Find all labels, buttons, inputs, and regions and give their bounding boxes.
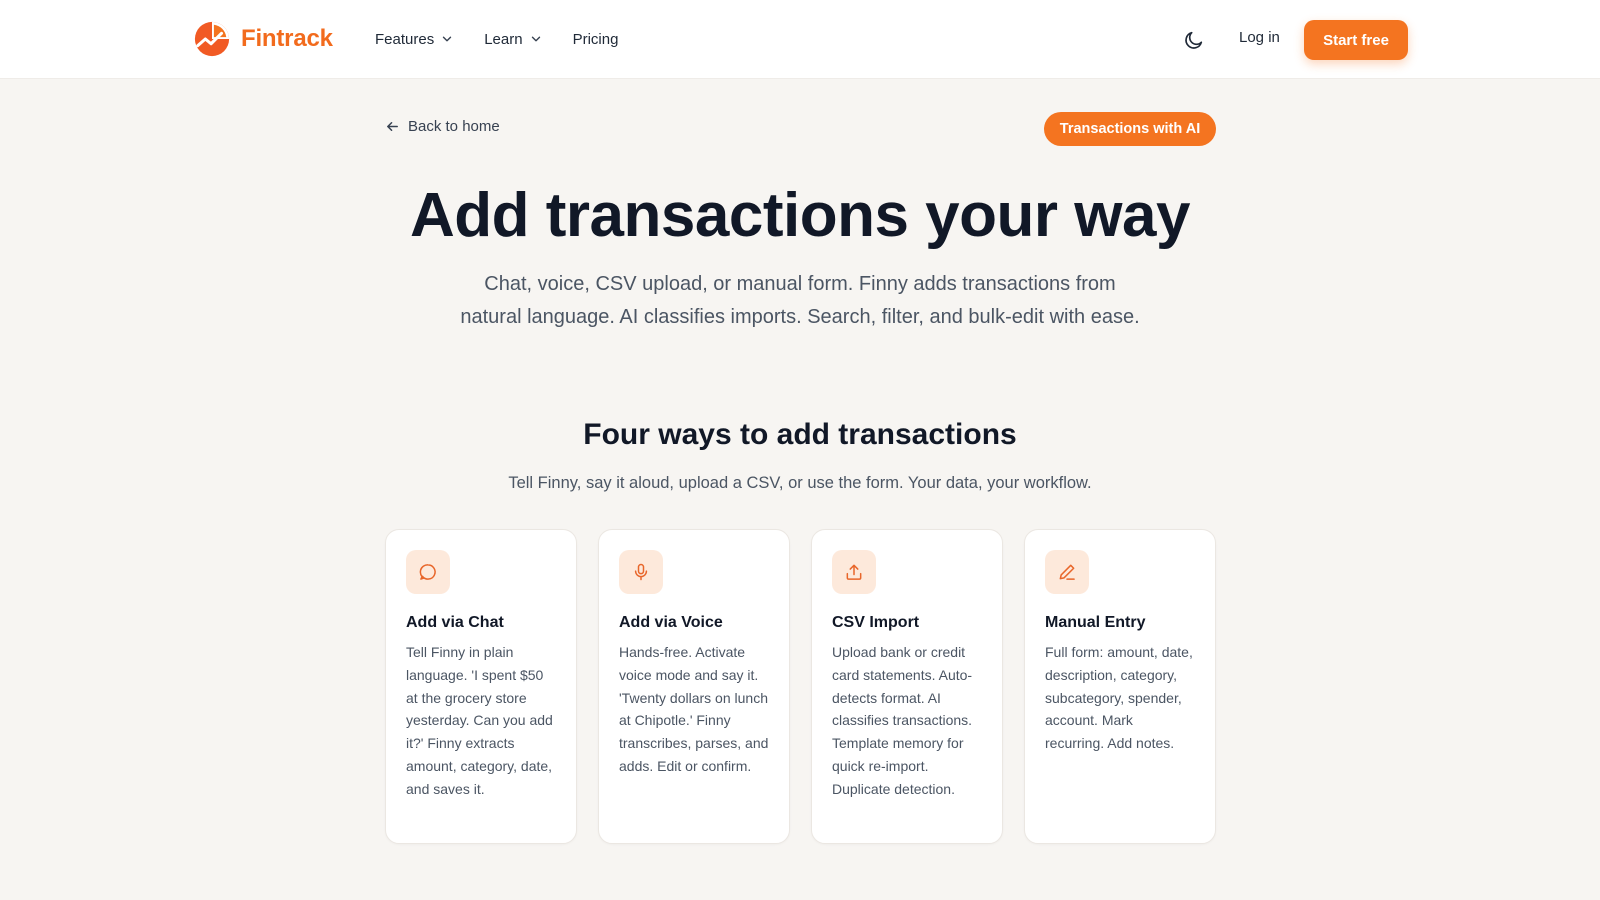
card-title: CSV Import xyxy=(832,614,920,631)
card-add-via-voice: Add via Voice Hands-free. Activate voice… xyxy=(598,529,790,844)
nav-item-learn[interactable]: Learn xyxy=(484,28,542,50)
upload-icon xyxy=(846,564,862,580)
brand-name: Fintrack xyxy=(241,25,333,52)
moon-icon[interactable] xyxy=(1183,29,1205,51)
brand-logo[interactable]: Fintrack xyxy=(193,20,333,58)
nav-item-label: Features xyxy=(375,30,435,48)
back-to-home-link[interactable]: Back to home xyxy=(385,118,500,135)
section-subtitle: Tell Finny, say it aloud, upload a CSV, … xyxy=(508,474,1092,492)
nav-item-features[interactable]: Features xyxy=(375,28,454,50)
arrow-left-icon xyxy=(387,122,398,131)
feature-cards: Add via Chat Tell Finny in plain languag… xyxy=(385,529,1216,844)
pencil-icon xyxy=(1059,564,1075,580)
card-title: Add via Chat xyxy=(406,614,504,631)
chevron-down-icon xyxy=(531,36,540,42)
feature-badge: Transactions with AI xyxy=(1044,112,1216,146)
card-title: Manual Entry xyxy=(1045,614,1146,631)
card-title: Add via Voice xyxy=(619,614,723,631)
card-icon-box xyxy=(1045,550,1089,594)
card-icon-box xyxy=(406,550,450,594)
start-free-button[interactable]: Start free xyxy=(1304,20,1408,60)
nav-item-pricing[interactable]: Pricing xyxy=(573,28,619,50)
login-link[interactable]: Log in xyxy=(1239,29,1280,46)
nav-item-label: Learn xyxy=(484,30,523,48)
card-description: Upload bank or credit card statements. A… xyxy=(832,644,973,797)
chat-icon xyxy=(419,564,436,580)
card-icon-box xyxy=(619,550,663,594)
card-description: Full form: amount, date, description, ca… xyxy=(1045,644,1193,752)
card-add-via-chat: Add via Chat Tell Finny in plain languag… xyxy=(385,529,577,844)
main-nav: Features Learn Pricing xyxy=(375,28,648,50)
section-title: Four ways to add transactions xyxy=(583,418,1017,451)
top-navigation-bar: Fintrack Features Learn Pricing Log in S… xyxy=(0,0,1600,79)
card-description: Tell Finny in plain language. 'I spent $… xyxy=(406,644,553,797)
card-icon-box xyxy=(832,550,876,594)
page-subtitle: Chat, voice, CSV upload, or manual form.… xyxy=(460,273,1140,328)
logo-icon xyxy=(194,21,230,57)
back-link-label: Back to home xyxy=(408,118,500,135)
microphone-icon xyxy=(634,563,648,581)
card-description: Hands-free. Activate voice mode and say … xyxy=(619,644,769,774)
nav-item-label: Pricing xyxy=(572,30,619,48)
chevron-down-icon xyxy=(443,36,452,42)
card-csv-import: CSV Import Upload bank or credit card st… xyxy=(811,529,1003,844)
page-title: Add transactions your way xyxy=(410,181,1190,250)
card-manual-entry: Manual Entry Full form: amount, date, de… xyxy=(1024,529,1216,844)
